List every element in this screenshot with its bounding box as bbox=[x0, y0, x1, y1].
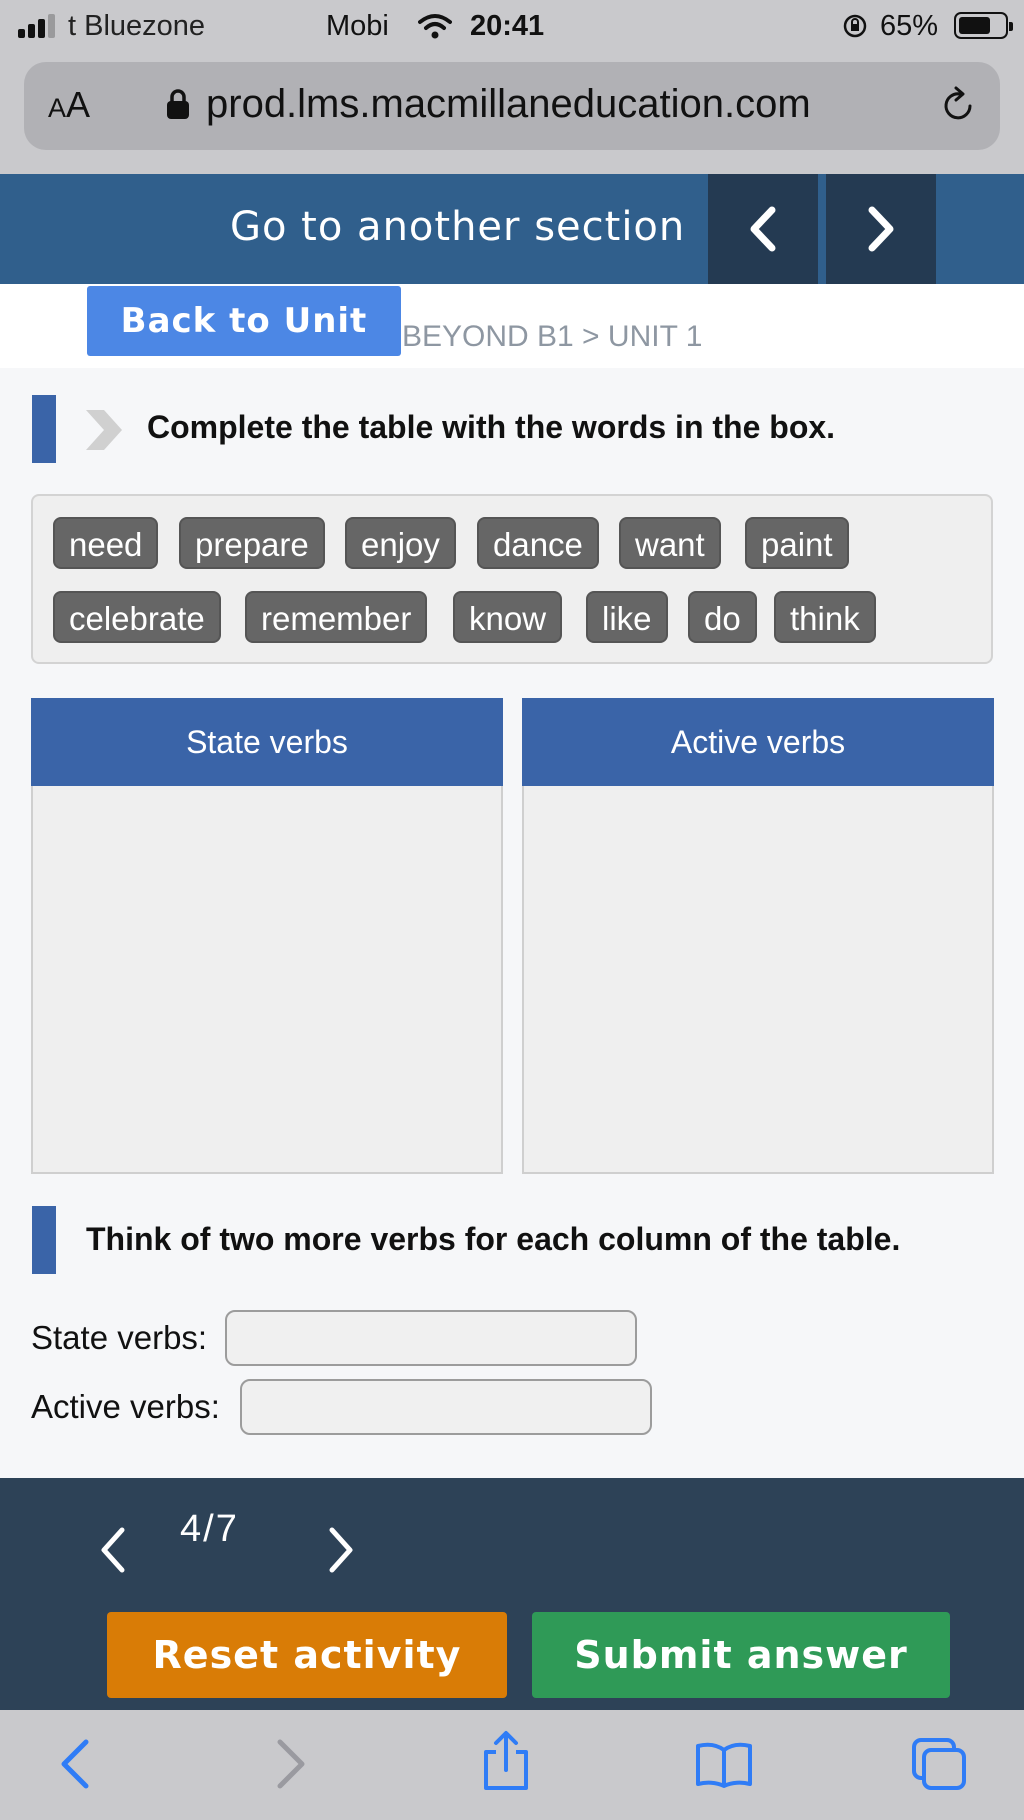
active-verbs-drop-zone[interactable]: Active verbs bbox=[522, 698, 994, 1174]
state-verbs-input[interactable] bbox=[225, 1310, 637, 1366]
word-chip[interactable]: need bbox=[53, 517, 159, 569]
word-chip[interactable]: think bbox=[774, 591, 876, 643]
page-indicator: 4/7 bbox=[180, 1508, 239, 1550]
text-size-button[interactable]: AA bbox=[48, 84, 90, 126]
breadcrumb: BEYOND B1 > UNIT 1 bbox=[402, 320, 703, 353]
submit-answer-button[interactable]: Submit answer bbox=[532, 1612, 950, 1698]
rotation-lock-icon bbox=[843, 14, 867, 38]
state-verbs-label: State verbs: bbox=[31, 1319, 208, 1356]
padlock-icon bbox=[167, 89, 189, 119]
next-section-button[interactable] bbox=[826, 174, 936, 284]
next-page-button[interactable] bbox=[326, 1526, 356, 1574]
word-chip[interactable]: like bbox=[586, 591, 668, 643]
section-nav-bar: Go to another section bbox=[0, 174, 1024, 284]
word-chip[interactable]: enjoy bbox=[345, 517, 456, 569]
chevron-right-icon bbox=[86, 410, 122, 450]
state-verbs-drop-zone[interactable]: State verbs bbox=[31, 698, 503, 1174]
status-bar: t Bluezone Mobi 20:41 65% bbox=[0, 0, 1024, 56]
chevron-right-icon bbox=[868, 206, 894, 252]
chevron-left-icon bbox=[750, 206, 776, 252]
instruction-marker bbox=[32, 1206, 56, 1274]
previous-section-button[interactable] bbox=[708, 174, 818, 284]
active-verbs-header: Active verbs bbox=[522, 698, 994, 786]
word-box: need prepare enjoy dance want paint cele… bbox=[31, 494, 993, 664]
word-chip[interactable]: do bbox=[688, 591, 757, 643]
address-bar[interactable]: AA prod.lms.macmillaneducation.com bbox=[24, 62, 1000, 150]
word-chip[interactable]: prepare bbox=[179, 517, 325, 569]
back-to-unit-button[interactable]: Back to Unit bbox=[87, 286, 401, 356]
word-chip[interactable]: dance bbox=[477, 517, 599, 569]
url-text[interactable]: prod.lms.macmillaneducation.com bbox=[206, 82, 811, 127]
share-icon[interactable] bbox=[480, 1730, 532, 1792]
word-chip[interactable]: celebrate bbox=[53, 591, 221, 643]
activity-footer: 4/7 Reset activity Submit answer bbox=[0, 1478, 1024, 1710]
word-chip[interactable]: remember bbox=[245, 591, 428, 643]
tabs-icon[interactable] bbox=[910, 1736, 970, 1792]
reset-activity-button[interactable]: Reset activity bbox=[107, 1612, 507, 1698]
go-to-section-link[interactable]: Go to another section bbox=[230, 204, 685, 250]
network-name: Mobi bbox=[326, 10, 389, 42]
forward-icon[interactable] bbox=[272, 1738, 308, 1790]
instruction-text: Complete the table with the words in the… bbox=[147, 409, 836, 445]
active-verbs-input[interactable] bbox=[240, 1379, 652, 1435]
state-verbs-header: State verbs bbox=[31, 698, 503, 786]
carrier-name: t Bluezone bbox=[68, 10, 206, 42]
reload-icon[interactable] bbox=[936, 84, 980, 128]
battery-icon bbox=[954, 12, 1013, 39]
previous-page-button[interactable] bbox=[98, 1526, 128, 1574]
bookmarks-icon[interactable] bbox=[694, 1742, 754, 1788]
word-chip[interactable]: want bbox=[619, 517, 721, 569]
active-verbs-label: Active verbs: bbox=[31, 1388, 220, 1425]
instruction-text: Think of two more verbs for each column … bbox=[86, 1221, 901, 1257]
word-chip[interactable]: paint bbox=[745, 517, 849, 569]
signal-icon bbox=[18, 14, 62, 38]
clock: 20:41 bbox=[470, 10, 545, 42]
back-row: Back to Unit BEYOND B1 > UNIT 1 bbox=[0, 284, 1024, 368]
wifi-icon bbox=[418, 14, 452, 39]
browser-address-area: AA prod.lms.macmillaneducation.com bbox=[0, 56, 1024, 174]
browser-toolbar bbox=[0, 1710, 1024, 1820]
back-icon[interactable] bbox=[58, 1738, 94, 1790]
word-chip[interactable]: know bbox=[453, 591, 563, 643]
battery-percent: 65% bbox=[880, 10, 939, 42]
instruction-marker bbox=[32, 395, 56, 463]
